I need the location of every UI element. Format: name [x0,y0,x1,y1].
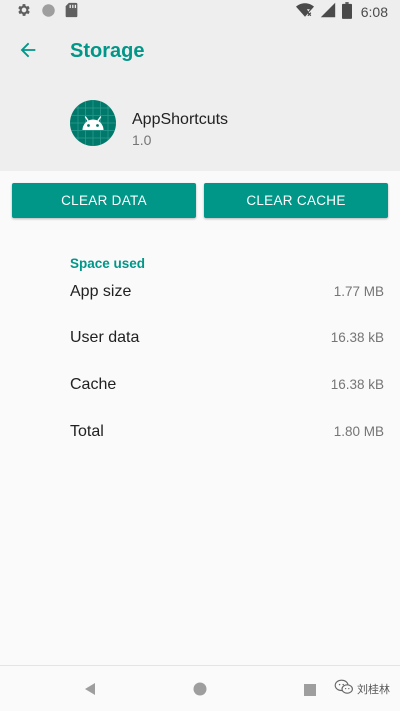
storage-row-value: 16.38 kB [330,330,384,345]
back-triangle-icon[interactable] [82,681,98,697]
watermark: 刘桂林 [334,679,390,699]
status-system-icons: 6:08 [295,1,388,23]
back-button[interactable] [12,36,44,68]
app-bar: Storage AppShortcuts 1.0 [0,24,400,171]
storage-row-value: 1.80 MB [333,424,384,439]
storage-row-value: 1.77 MB [333,284,384,299]
wechat-logo-icon [334,679,354,699]
space-used-header: Space used [70,256,146,271]
signal-icon [320,2,336,22]
navigation-bar: 刘桂林 [0,665,400,711]
storage-row-total: Total 1.80 MB [70,421,384,445]
clear-data-button[interactable]: CLEAR DATA [12,183,196,218]
home-circle-icon[interactable] [192,681,208,697]
app-name: AppShortcuts [132,111,229,128]
storage-row-label: Total [70,423,104,440]
app-icon [70,100,116,146]
storage-row-label: App size [70,283,132,300]
storage-row-user-data: User data 16.38 kB [70,327,384,351]
storage-row-cache: Cache 16.38 kB [70,374,384,398]
storage-row-label: User data [70,329,140,346]
storage-row-app-size: App size 1.77 MB [70,281,384,305]
clear-cache-button[interactable]: CLEAR CACHE [204,183,388,218]
circle-icon [41,3,56,22]
battery-icon [341,1,352,23]
recents-square-icon[interactable] [303,682,317,696]
status-bar: 6:08 [0,0,400,24]
watermark-text: 刘桂林 [357,683,390,696]
storage-row-value: 16.38 kB [330,377,384,392]
status-time: 6:08 [360,4,388,20]
storage-row-label: Cache [70,376,117,393]
sd-card-icon [65,2,78,22]
app-version: 1.0 [132,132,152,148]
android-robot-icon [70,100,116,150]
settings-icon [16,2,32,22]
status-notification-icons [16,2,78,22]
wifi-off-icon [295,2,314,22]
back-arrow-icon [17,39,39,65]
page-title: Storage [70,40,145,62]
